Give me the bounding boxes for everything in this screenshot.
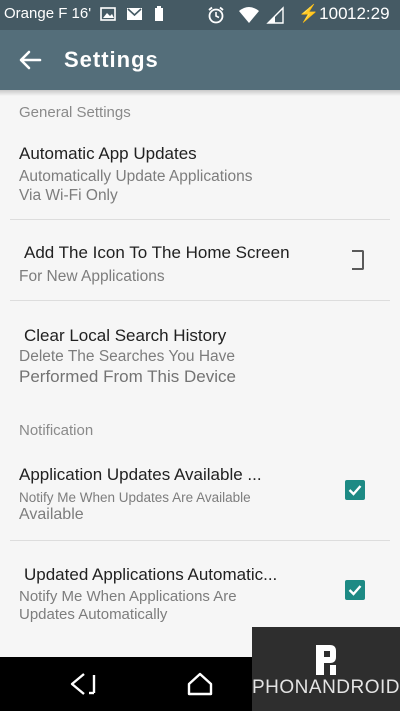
watermark-text: PHONANDROID bbox=[252, 677, 400, 698]
clock: 12:29 bbox=[347, 4, 390, 23]
page-title: Settings bbox=[64, 47, 159, 72]
pref-updated-applications-automatically[interactable]: Updated Applications Automatic... Notify… bbox=[0, 541, 400, 627]
nav-back-button[interactable] bbox=[68, 671, 100, 702]
pref-summary-line2: Available bbox=[19, 506, 84, 523]
arrow-left-icon bbox=[19, 50, 42, 70]
home-icon-checkbox[interactable] bbox=[352, 250, 364, 270]
pref-title: Updated Applications Automatic... bbox=[24, 565, 278, 584]
battery-small-icon bbox=[154, 6, 164, 27]
check-icon bbox=[348, 585, 362, 596]
nav-home-button[interactable] bbox=[186, 670, 214, 703]
pref-summary-line2: Via Wi-Fi Only bbox=[19, 187, 118, 204]
battery-level: ⚡100 bbox=[298, 4, 348, 23]
pref-summary-line2: Updates Automatically bbox=[19, 606, 168, 623]
pref-summary-line2: Performed From This Device bbox=[19, 367, 236, 386]
pref-summary-line1: Delete The Searches You Have bbox=[19, 348, 236, 365]
updated-auto-checkbox[interactable] bbox=[345, 580, 365, 600]
wifi-icon bbox=[238, 6, 260, 29]
app-bar: Settings bbox=[0, 30, 400, 90]
phonandroid-logo-icon bbox=[316, 645, 336, 675]
pref-automatic-app-updates[interactable]: Automatic App Updates Automatically Upda… bbox=[0, 130, 400, 219]
pref-title: Add The Icon To The Home Screen bbox=[24, 243, 290, 262]
pref-title: Automatic App Updates bbox=[19, 144, 197, 163]
pref-title: Application Updates Available ... bbox=[19, 465, 262, 484]
pref-summary: For New Applications bbox=[19, 268, 165, 285]
section-header-general: General Settings bbox=[19, 104, 131, 121]
pref-summary-line1: Notify Me When Applications Are bbox=[19, 588, 237, 605]
check-icon bbox=[348, 485, 362, 496]
pref-title: Clear Local Search History bbox=[24, 326, 227, 345]
mail-icon bbox=[126, 6, 143, 27]
updates-available-checkbox[interactable] bbox=[345, 480, 365, 500]
signal-icon bbox=[266, 6, 284, 29]
nav-home-icon bbox=[187, 672, 213, 696]
pref-clear-search-history[interactable]: Clear Local Search History Delete The Se… bbox=[0, 301, 400, 397]
carrier-name: Orange F 16' bbox=[4, 5, 92, 22]
nav-back-icon bbox=[70, 673, 96, 695]
pref-add-home-icon[interactable]: Add The Icon To The Home Screen For New … bbox=[0, 220, 400, 300]
back-button[interactable] bbox=[12, 44, 48, 76]
toolbar-shadow bbox=[0, 90, 400, 96]
status-bar: Orange F 16' ⚡100 12:29 bbox=[0, 0, 400, 30]
pref-summary-line1: Automatically Update Applications bbox=[19, 168, 253, 185]
watermark: PHONANDROID bbox=[252, 627, 400, 711]
image-icon bbox=[100, 6, 116, 27]
section-header-notification: Notification bbox=[19, 422, 94, 439]
pref-application-updates-available[interactable]: Application Updates Available ... Notify… bbox=[0, 450, 400, 540]
alarm-icon bbox=[207, 6, 225, 29]
